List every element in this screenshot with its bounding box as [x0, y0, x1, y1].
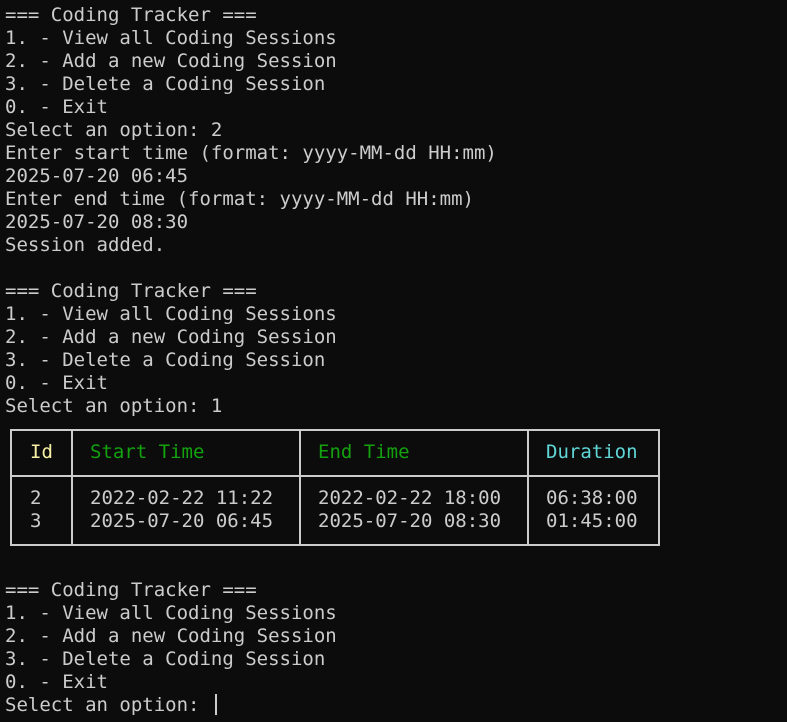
end-time-prompt: Enter end time (format: yyyy-MM-dd HH:mm… [5, 188, 474, 210]
select-prompt: Select an option: 1 [5, 395, 223, 417]
end-time-input: 2025-07-20 08:30 [5, 211, 189, 233]
table-cell-duration: 01:45:00 [546, 510, 638, 532]
column-divider [71, 431, 73, 544]
column-header-duration: Duration [546, 441, 638, 463]
menu-option-exit: 0. - Exit [5, 96, 108, 118]
start-time-input: 2025-07-20 06:45 [5, 165, 189, 187]
menu-option-exit: 0. - Exit [5, 372, 108, 394]
sessions-table: Id Start Time End Time Duration 2 2022-0… [10, 429, 660, 546]
table-cell-start-time: 2025-07-20 06:45 [90, 510, 274, 532]
text-cursor[interactable] [214, 694, 217, 715]
column-header-id: Id [30, 441, 53, 463]
input-line[interactable]: Select an option: [5, 694, 217, 717]
table-cell-id: 2 [30, 487, 42, 509]
terminal-window[interactable]: === Coding Tracker === 1. - View all Cod… [0, 0, 787, 722]
menu-title: === Coding Tracker === [5, 579, 257, 601]
menu-title: === Coding Tracker === [5, 4, 257, 26]
table-cell-end-time: 2025-07-20 08:30 [318, 510, 502, 532]
table-cell-duration: 06:38:00 [546, 487, 638, 509]
menu-option-view: 1. - View all Coding Sessions [5, 602, 337, 624]
column-divider [527, 431, 529, 544]
menu-title: === Coding Tracker === [5, 280, 257, 302]
column-divider [299, 431, 301, 544]
column-header-end-time: End Time [318, 441, 410, 463]
menu-option-exit: 0. - Exit [5, 671, 108, 693]
menu-option-delete: 3. - Delete a Coding Session [5, 648, 326, 670]
menu-option-view: 1. - View all Coding Sessions [5, 27, 337, 49]
start-time-prompt: Enter start time (format: yyyy-MM-dd HH:… [5, 142, 497, 164]
menu-option-add: 2. - Add a new Coding Session [5, 625, 337, 647]
header-divider [12, 475, 658, 477]
column-header-start-time: Start Time [90, 441, 205, 463]
table-cell-id: 3 [30, 510, 42, 532]
table-cell-start-time: 2022-02-22 11:22 [90, 487, 274, 509]
menu-option-delete: 3. - Delete a Coding Session [5, 73, 326, 95]
select-prompt: Select an option: 2 [5, 119, 223, 141]
menu-option-view: 1. - View all Coding Sessions [5, 303, 337, 325]
menu-option-add: 2. - Add a new Coding Session [5, 50, 337, 72]
table-cell-end-time: 2022-02-22 18:00 [318, 487, 502, 509]
select-prompt: Select an option: [5, 694, 211, 716]
menu-option-add: 2. - Add a new Coding Session [5, 326, 337, 348]
session-added-message: Session added. [5, 234, 166, 256]
menu-option-delete: 3. - Delete a Coding Session [5, 349, 326, 371]
